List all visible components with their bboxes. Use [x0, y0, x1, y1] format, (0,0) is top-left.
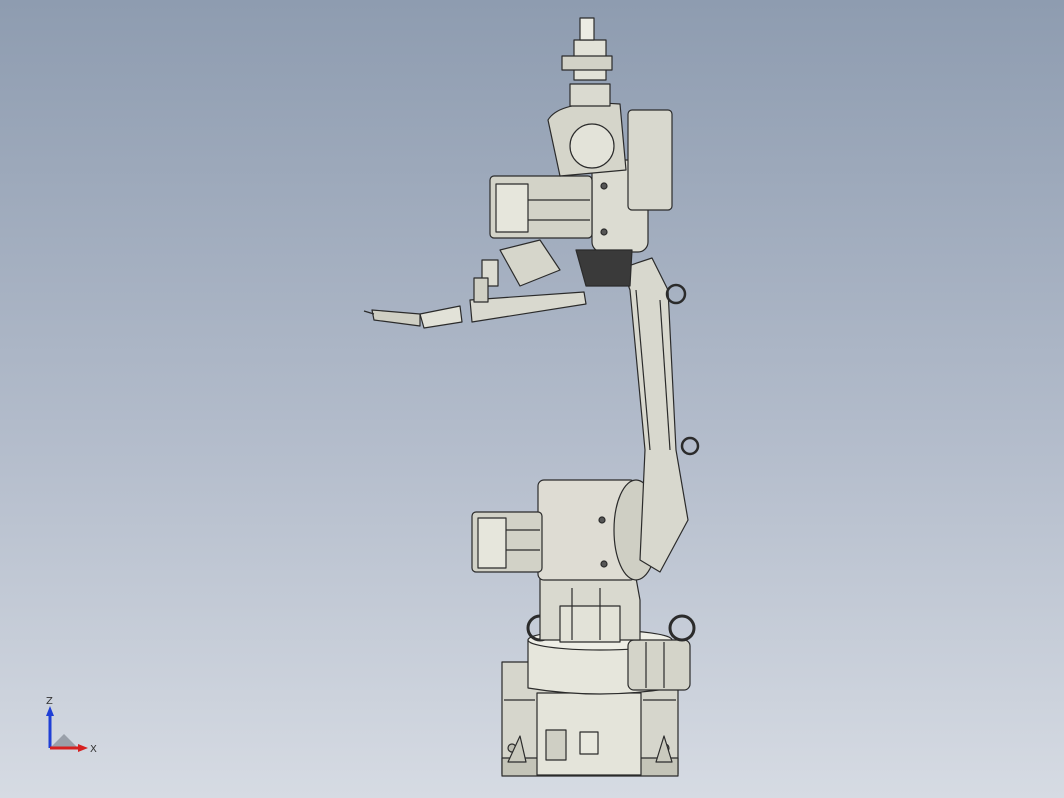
- x-axis-label: X: [90, 744, 97, 755]
- z-arrow: [46, 706, 54, 716]
- joint2-housing[interactable]: [471, 479, 659, 581]
- coordinate-triad: Z X: [46, 696, 97, 755]
- cad-viewport[interactable]: Z X: [0, 0, 1064, 798]
- triad-plane: [50, 734, 78, 748]
- robot-model[interactable]: [363, 17, 700, 777]
- z-axis-label: Z: [46, 696, 53, 707]
- welding-torch[interactable]: [363, 239, 587, 329]
- wrist-assembly[interactable]: [547, 17, 627, 177]
- x-arrow: [78, 744, 88, 752]
